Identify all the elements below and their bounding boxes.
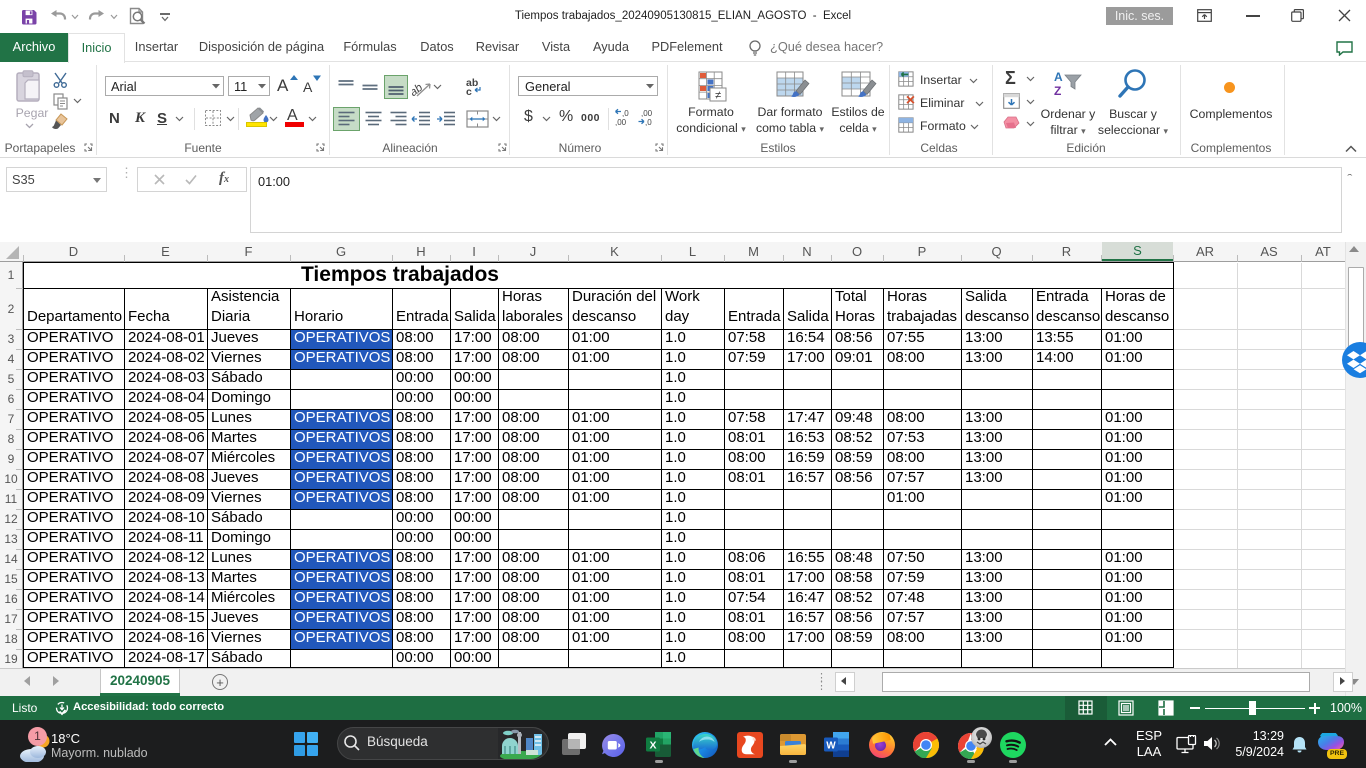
svg-text:,0: ,0 (645, 118, 652, 127)
svg-text:W: W (826, 741, 836, 752)
svg-text:A: A (1054, 70, 1063, 84)
svg-text:X: X (649, 740, 656, 752)
svg-text:,0: ,0 (622, 109, 629, 118)
svg-text:c: c (466, 86, 472, 96)
svg-text:Z: Z (1054, 84, 1061, 98)
svg-text:,00: ,00 (641, 109, 653, 118)
svg-text:≠: ≠ (715, 90, 721, 102)
svg-text:,00: ,00 (615, 118, 627, 127)
